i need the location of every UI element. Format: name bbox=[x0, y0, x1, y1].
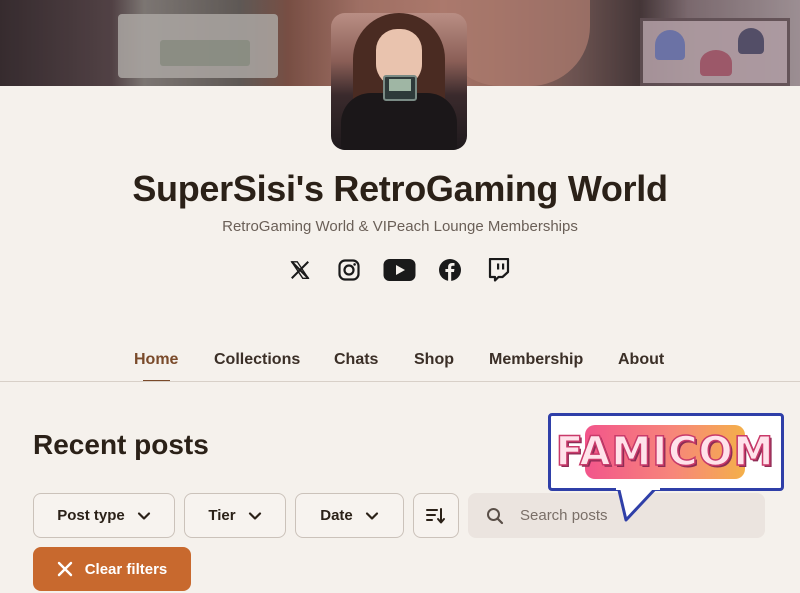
tab-chats[interactable]: Chats bbox=[334, 351, 378, 369]
tab-membership[interactable]: Membership bbox=[489, 351, 583, 369]
post-type-filter[interactable]: Post type bbox=[33, 493, 175, 538]
filter-label: Tier bbox=[208, 507, 236, 524]
tab-home[interactable]: Home bbox=[134, 351, 178, 369]
tier-filter[interactable]: Tier bbox=[184, 493, 286, 538]
creator-nav: Home Collections Chats Shop Membership A… bbox=[0, 345, 800, 383]
nav-divider bbox=[0, 381, 800, 382]
search-icon bbox=[487, 507, 504, 524]
famicom-sticker-text: FAMICOM bbox=[555, 425, 774, 479]
filter-label: Post type bbox=[57, 507, 125, 524]
clear-filters-label: Clear filters bbox=[84, 560, 168, 578]
avatar-body bbox=[341, 93, 457, 150]
avatar-game-screen bbox=[389, 79, 411, 91]
facebook-icon[interactable] bbox=[435, 255, 465, 285]
sticker-speech-tail bbox=[616, 486, 660, 522]
creator-avatar[interactable] bbox=[331, 13, 467, 150]
tab-collections[interactable]: Collections bbox=[214, 351, 300, 369]
instagram-icon[interactable] bbox=[334, 255, 364, 285]
creator-subtitle: RetroGaming World & VIPeach Lounge Membe… bbox=[222, 218, 578, 235]
filter-label: Date bbox=[320, 507, 353, 524]
sort-button[interactable] bbox=[413, 493, 459, 538]
creator-title: SuperSisi's RetroGaming World bbox=[132, 168, 668, 209]
chevron-down-icon bbox=[137, 511, 150, 520]
youtube-icon[interactable] bbox=[382, 255, 416, 285]
x-icon[interactable] bbox=[285, 255, 315, 285]
close-icon bbox=[57, 561, 72, 577]
sort-icon bbox=[426, 507, 445, 523]
tab-about[interactable]: About bbox=[618, 351, 664, 369]
tab-shop[interactable]: Shop bbox=[414, 351, 454, 369]
chevron-down-icon bbox=[365, 511, 378, 520]
chevron-down-icon bbox=[248, 511, 261, 520]
date-filter[interactable]: Date bbox=[295, 493, 404, 538]
twitch-icon[interactable] bbox=[484, 255, 514, 285]
section-heading: Recent posts bbox=[33, 429, 209, 460]
clear-filters-button[interactable]: Clear filters bbox=[33, 547, 191, 591]
social-links bbox=[285, 255, 515, 285]
